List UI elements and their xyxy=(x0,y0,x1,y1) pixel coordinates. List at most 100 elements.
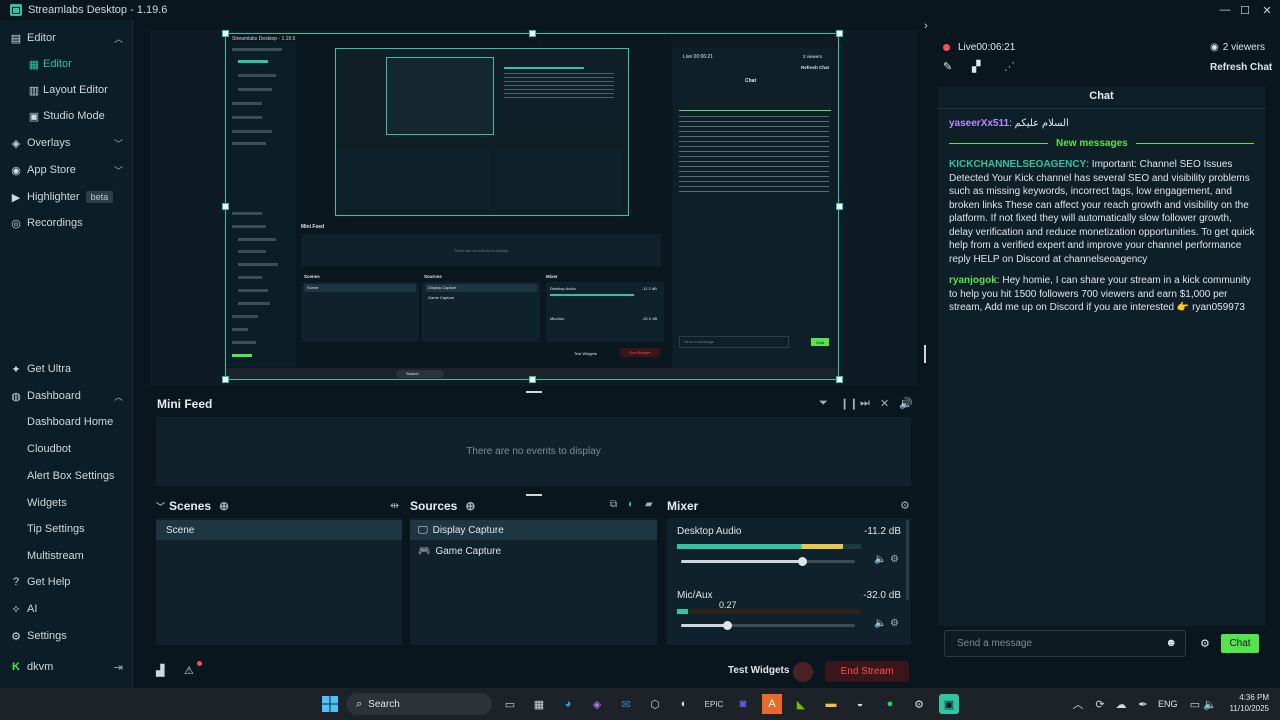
skip-icon[interactable]: ⏭ xyxy=(860,397,870,410)
source-settings-icon[interactable]: ⧉ xyxy=(610,499,617,510)
cloud-icon[interactable]: ☁ xyxy=(1111,694,1131,714)
steam-icon[interactable]: ◒ xyxy=(850,694,870,714)
speaker-icon[interactable]: 🔈 xyxy=(874,618,886,629)
store-icon[interactable]: ▦ xyxy=(529,694,549,714)
slider-thumb[interactable] xyxy=(722,621,732,630)
chat-username[interactable]: KICKCHANNELSEOAGENCY xyxy=(949,159,1086,170)
folder-icon[interactable]: ▬ xyxy=(821,694,841,714)
resize-handle[interactable] xyxy=(529,376,536,383)
dashboard-icon[interactable]: ▞ xyxy=(972,60,980,73)
test-widgets-label[interactable]: Test Widgets xyxy=(728,665,789,676)
sidebar-item-multistream[interactable]: Multistream xyxy=(0,544,133,568)
add-source-icon[interactable]: ⊕ xyxy=(465,499,475,513)
sidebar-item-overlays[interactable]: ◈ Overlays ﹀ xyxy=(0,131,133,155)
sidebar-item-get-help[interactable]: ? Get Help xyxy=(0,570,133,594)
slider-thumb[interactable] xyxy=(797,557,807,566)
gear-icon[interactable]: ⚙ xyxy=(890,554,899,565)
logout-icon[interactable]: ⇥ xyxy=(114,661,123,674)
volume-icon[interactable]: 🔊 xyxy=(899,397,913,410)
app-icon[interactable]: A xyxy=(762,694,782,714)
sidebar-item-alert-box-settings[interactable]: Alert Box Settings xyxy=(0,464,133,488)
transition-icon[interactable]: ⇹ xyxy=(390,499,399,512)
sidebar-item-ai[interactable]: ✧ AI xyxy=(0,597,133,621)
resize-handle[interactable] xyxy=(529,30,536,37)
chat-input[interactable]: Send a message ☻ xyxy=(944,630,1186,657)
chat-send-button[interactable]: Chat xyxy=(1221,634,1259,653)
sidebar-item-get-ultra[interactable]: ✦ Get Ultra xyxy=(0,357,133,381)
epic-icon[interactable]: EPIC xyxy=(704,694,724,714)
volume-icon[interactable]: 🔈 xyxy=(1200,694,1220,714)
sidebar-item-dashboard[interactable]: ◍ Dashboard ︿ xyxy=(0,384,133,408)
resize-handle[interactable] xyxy=(836,376,843,383)
list-item[interactable]: Scene xyxy=(156,520,402,540)
chat-username[interactable]: yaseerXx511 xyxy=(949,118,1009,129)
edge-icon[interactable]: ◕ xyxy=(558,694,578,714)
clock[interactable]: 4:36 PM 11/10/2025 xyxy=(1221,692,1269,714)
streamlabs-icon[interactable]: ▣ xyxy=(939,694,959,714)
share-icon[interactable]: ⋰ xyxy=(1004,60,1015,73)
list-item[interactable]: 🖵 Display Capture xyxy=(410,520,657,540)
discord-icon[interactable]: ◙ xyxy=(733,694,753,714)
steam-icon[interactable]: ◐ xyxy=(674,694,694,714)
folder-icon[interactable]: ▰ xyxy=(645,499,653,510)
chat-username[interactable]: ryanjogok xyxy=(949,275,997,286)
gear-icon[interactable]: ⚙ xyxy=(890,618,899,629)
sidebar-item-layout-editor[interactable]: ▥ Layout Editor xyxy=(0,78,133,102)
sidebar-item-account[interactable]: K dkvm ⇥ xyxy=(0,655,133,679)
sync-icon[interactable]: ⟳ xyxy=(1090,694,1110,714)
sidebar-item-studio-mode[interactable]: ▣ Studio Mode xyxy=(0,104,133,128)
sidebar-item-settings[interactable]: ⚙ Settings xyxy=(0,624,133,648)
end-stream-button[interactable]: End Stream xyxy=(825,661,909,682)
performance-icon[interactable]: ▟ xyxy=(156,664,164,677)
panel-resize-handle[interactable] xyxy=(924,345,926,363)
drag-handle[interactable] xyxy=(526,494,542,496)
pen-icon[interactable]: ✒ xyxy=(1133,694,1153,714)
sidebar-item-widgets[interactable]: Widgets xyxy=(0,491,133,515)
pause-icon[interactable]: ❙❙ xyxy=(840,397,858,410)
language-indicator[interactable]: ENG xyxy=(1158,699,1178,709)
windows-start-icon[interactable] xyxy=(320,694,340,714)
refresh-chat-button[interactable]: Refresh Chat xyxy=(1210,62,1272,73)
sidebar-item-editor[interactable]: ▦ Editor xyxy=(0,52,133,76)
sidebar-item-tip-settings[interactable]: Tip Settings xyxy=(0,517,133,541)
chevron-right-icon[interactable]: › xyxy=(924,20,928,32)
settings-icon[interactable]: ⚙ xyxy=(909,694,929,714)
edit-icon[interactable]: ✎ xyxy=(943,60,952,73)
list-item[interactable]: 🎮 Game Capture xyxy=(410,541,657,561)
volume-slider[interactable] xyxy=(681,621,855,630)
maximize-button[interactable]: ☐ xyxy=(1233,0,1257,20)
chevron-down-icon[interactable]: ﹀ xyxy=(156,500,165,513)
resize-handle[interactable] xyxy=(222,376,229,383)
speaker-icon[interactable]: 🔈 xyxy=(874,554,886,565)
mute-alerts-icon[interactable]: ✕ xyxy=(880,397,889,410)
sidebar-item-highlighter[interactable]: ▶ Highlighter beta xyxy=(0,185,133,209)
filter-icon[interactable]: ⏷ xyxy=(819,397,828,410)
alert-icon[interactable]: ⚠ xyxy=(184,664,194,677)
sidebar-item-dashboard-home[interactable]: Dashboard Home xyxy=(0,410,133,434)
resize-handle[interactable] xyxy=(836,30,843,37)
add-scene-icon[interactable]: ⊕ xyxy=(219,499,229,513)
volume-slider[interactable] xyxy=(681,557,855,566)
nvidia-icon[interactable]: ◣ xyxy=(791,694,811,714)
resize-handle[interactable] xyxy=(222,203,229,210)
sidebar-item-cloudbot[interactable]: Cloudbot xyxy=(0,437,133,461)
emoji-icon[interactable]: ☻ xyxy=(1165,637,1177,649)
stream-preview[interactable]: Streamlabs Desktop - 1.19.6 Mini Feed Th… xyxy=(225,33,839,380)
visibility-icon[interactable]: ◐ xyxy=(628,499,634,510)
close-button[interactable]: ✕ xyxy=(1255,0,1279,20)
taskbar-search[interactable]: ⌕ Search xyxy=(346,693,492,715)
outlook-icon[interactable]: ✉ xyxy=(616,694,636,714)
gear-icon[interactable]: ⚙ xyxy=(1200,637,1210,650)
chevron-up-icon[interactable]: ︿ xyxy=(1068,694,1088,714)
sidebar-item-recordings[interactable]: ◎ Recordings xyxy=(0,211,133,235)
resize-handle[interactable] xyxy=(222,30,229,37)
mixer-scrollbar[interactable] xyxy=(906,520,909,600)
sidebar-item-editor-group[interactable]: ▤ Editor ︿ xyxy=(0,26,133,50)
sidebar-item-app-store[interactable]: ◉ App Store ﹀ xyxy=(0,158,133,182)
resize-handle[interactable] xyxy=(836,203,843,210)
copilot-icon[interactable]: ◈ xyxy=(587,694,607,714)
app-icon[interactable]: ⬡ xyxy=(645,694,665,714)
spotify-icon[interactable]: ● xyxy=(880,694,900,714)
gear-icon[interactable]: ⚙ xyxy=(900,499,910,512)
task-view-icon[interactable]: ▭ xyxy=(500,694,520,714)
